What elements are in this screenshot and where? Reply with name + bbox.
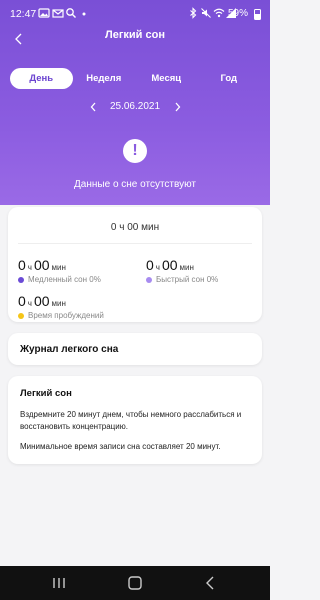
awake-label: Время пробуждений [18,311,104,320]
awake-hours: 0 [18,293,26,309]
minute-unit: мин [51,299,66,308]
image-icon [38,8,50,18]
battery-icon [254,9,261,20]
deep-sleep-stat: 0 ч 00 мин Быстрый сон 0% [146,257,218,284]
deep-sleep-value: 0 ч 00 мин [146,257,218,273]
light-sleep-value: 0 ч 00 мин [18,257,101,273]
next-date-button[interactable] [170,100,184,114]
recent-apps-icon [53,578,65,588]
minute-unit: мин [179,263,194,272]
info-paragraph: Вздремните 20 минут днем, чтобы немного … [20,410,242,431]
tab-month[interactable]: Месяц [135,68,198,89]
mail-icon [52,9,64,18]
awake-stat: 0 ч 00 мин Время пробуждений [18,293,104,320]
exclamation-icon: ! [123,139,147,163]
wifi-icon [213,8,225,18]
light-sleep-stat: 0 ч 00 мин Медленный сон 0% [18,257,101,284]
light-sleep-dot-icon [18,276,24,283]
tab-week[interactable]: Неделя [73,68,136,89]
deep-sleep-minutes: 00 [161,257,178,273]
awake-dot-icon [18,312,24,319]
chevron-right-icon [175,102,180,112]
light-sleep-label: Медленный сон 0% [18,275,101,284]
period-tabs: День Неделя Месяц Год [10,68,260,89]
recent-apps-button[interactable] [50,575,68,591]
light-sleep-label-text: Медленный сон 0% [28,275,101,284]
dot-icon [82,12,86,16]
bluetooth-icon [190,7,197,19]
light-sleep-hours: 0 [18,257,26,273]
divider [18,243,252,244]
info-title: Легкий сон [20,388,72,399]
deep-sleep-label-text: Быстрый сон 0% [156,275,219,284]
no-data-message: Данные о сне отсутствуют [74,179,196,190]
home-button[interactable] [126,575,144,591]
date-navigator: 25.06.2021 [0,98,270,116]
hour-unit: ч [155,263,160,272]
tab-day[interactable]: День [10,68,73,89]
status-time: 12:47 [10,8,37,20]
awake-value: 0 ч 00 мин [18,293,104,309]
back-arrow-icon [206,576,214,590]
mute-icon [201,8,211,18]
home-icon [128,576,142,590]
journal-title: Журнал легкого сна [20,344,119,355]
minute-unit: мин [51,263,66,272]
sleep-summary-card: 0 ч 00 мин 0 ч 00 мин Медленный сон 0% 0 ч 00… [8,207,262,322]
total-sleep-time: 0 ч 00 мин [110,222,160,233]
system-back-button[interactable] [201,575,219,591]
status-bar: 12:47 59% [0,0,270,28]
hour-unit: ч [27,263,32,272]
info-card: Легкий сон Вздремните 20 минут днем, что… [8,376,262,464]
search-icon [66,8,76,18]
hour-unit: ч [27,299,32,308]
current-date: 25.06.2021 [109,101,161,112]
deep-sleep-label: Быстрый сон 0% [146,275,218,284]
awake-minutes: 00 [33,293,50,309]
deep-sleep-hours: 0 [146,257,154,273]
deep-sleep-dot-icon [146,276,152,283]
top-bar: Легкий сон [0,26,270,50]
tab-year[interactable]: Год [198,68,261,89]
awake-label-text: Время пробуждений [28,311,104,320]
page-title: Легкий сон [105,29,165,41]
light-sleep-journal-card[interactable]: Журнал легкого сна [8,333,262,365]
system-navigation-bar [0,566,270,600]
battery-percent: 59% [227,8,248,19]
light-sleep-minutes: 00 [33,257,50,273]
info-paragraph: Минимальное время записи сна составляет … [20,442,221,451]
